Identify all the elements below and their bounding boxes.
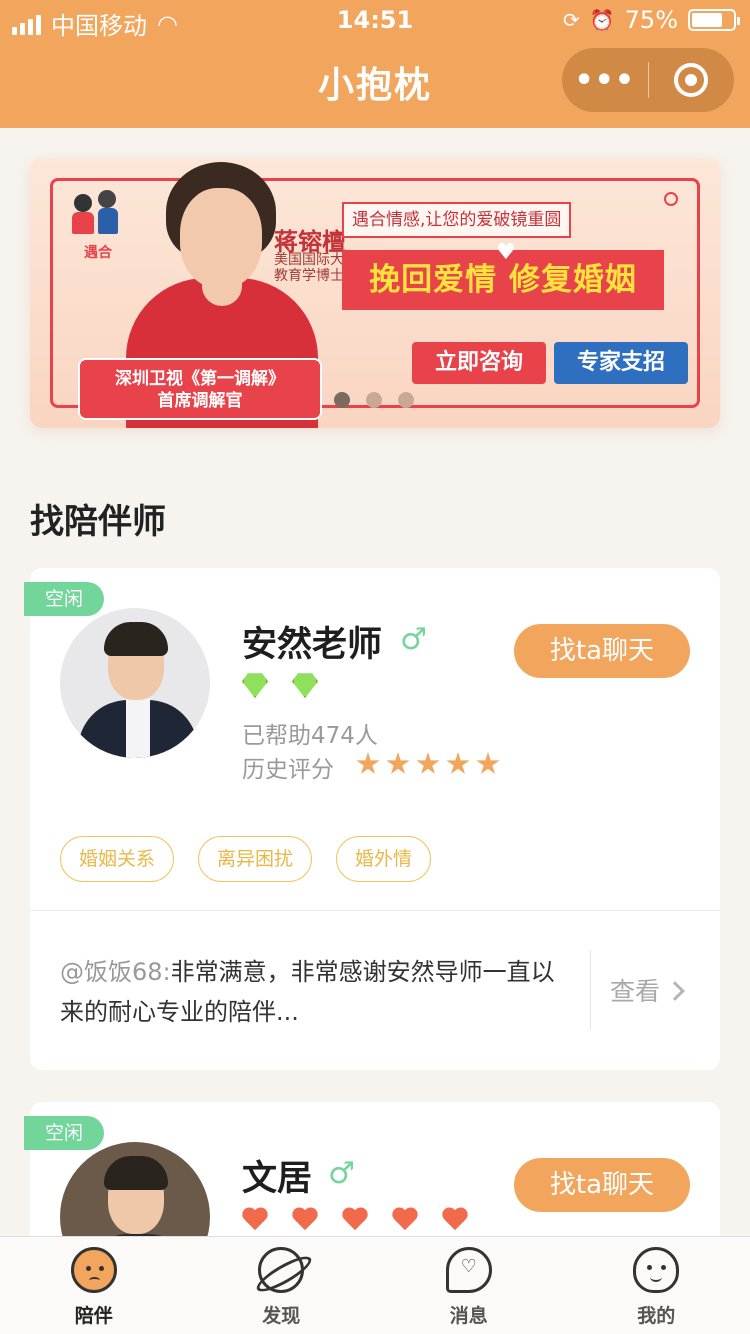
- star-icon: [416, 752, 440, 774]
- section-title: 找陪伴师: [30, 502, 166, 542]
- decor-circle-icon: [664, 192, 678, 206]
- tab-companion[interactable]: 陪伴: [0, 1237, 188, 1334]
- target-icon: [674, 63, 709, 97]
- chat-button[interactable]: 找ta聊天: [514, 624, 690, 678]
- tab-label: 陪伴: [74, 1305, 113, 1327]
- couple-logo-icon: [68, 186, 128, 242]
- heart-icon: [242, 1208, 268, 1232]
- tab-messages[interactable]: 消息: [375, 1237, 563, 1334]
- topic-tag[interactable]: 婚姻关系: [60, 836, 175, 882]
- gem-icon: [242, 673, 268, 698]
- page-dot[interactable]: [366, 392, 382, 408]
- view-review-link[interactable]: 查看: [610, 972, 685, 1008]
- topic-tags: 婚姻关系 离异困扰 婚外情: [60, 836, 432, 882]
- battery-fill: [692, 13, 722, 27]
- rating-stars: [356, 752, 500, 776]
- smile-face-icon: [633, 1247, 680, 1293]
- tab-label: 发现: [262, 1305, 301, 1327]
- teacher-name: 文居: [242, 1159, 313, 1199]
- teacher-card[interactable]: 空闲 安然老师 ♂ 已帮助474人 历史评分 找ta聊天 婚姻关系 离异困扰 婚…: [24, 568, 720, 1070]
- close-button[interactable]: [649, 63, 735, 97]
- planet-icon: [258, 1247, 305, 1293]
- gem-icon: [292, 673, 318, 698]
- banner-slogan: 遇合情感,让您的爱破镜重圆: [342, 202, 572, 238]
- star-icon: [446, 752, 470, 774]
- rating-label: 历史评分: [242, 757, 334, 783]
- face-icon: [70, 1247, 117, 1293]
- page-dot-active[interactable]: [334, 392, 350, 408]
- mini-program-capsule: •••: [562, 48, 734, 112]
- star-icon: [386, 752, 410, 774]
- tab-label: 我的: [637, 1305, 676, 1327]
- expert-tips-button[interactable]: 专家支招: [554, 342, 688, 384]
- heart-icon: [392, 1208, 418, 1232]
- status-right: ⟳ ⏰ 75%: [562, 6, 740, 34]
- status-bar: 中国移动 ◠ 14:51 ⟳ ⏰ 75%: [0, 0, 750, 40]
- review-user: @饭饭68:: [60, 958, 171, 986]
- brand-logo: 遇合: [68, 186, 128, 266]
- topic-tag[interactable]: 离异困扰: [198, 836, 313, 882]
- heart-decor-icon: ♥: [496, 240, 516, 265]
- male-icon: ♂: [400, 622, 427, 657]
- topic-tag[interactable]: 婚外情: [336, 836, 432, 882]
- heart-icon: [342, 1208, 368, 1232]
- banner-pagination: [334, 392, 414, 408]
- review-snippet[interactable]: @饭饭68:非常满意，非常感谢安然导师一直以来的耐心专业的陪伴...: [60, 952, 560, 1032]
- tab-label: 消息: [449, 1305, 488, 1327]
- tab-bar: 陪伴 发现 消息 我的: [0, 1236, 750, 1334]
- rotation-lock-icon: ⟳: [562, 8, 580, 32]
- view-label: 查看: [610, 977, 661, 1006]
- tv-badge-line: 深圳卫视《第一调解》: [115, 369, 285, 389]
- page-dot[interactable]: [398, 392, 414, 408]
- helped-count: 已帮助474人: [242, 723, 378, 749]
- top-bar: 中国移动 ◠ 14:51 ⟳ ⏰ 75% 小抱枕 •••: [0, 0, 750, 128]
- logo-text: 遇合: [84, 245, 112, 261]
- star-icon: [356, 752, 380, 774]
- tv-badge-line: 首席调解官: [157, 391, 243, 411]
- status-badge: 空闲: [24, 1116, 104, 1150]
- more-button[interactable]: •••: [562, 63, 648, 98]
- male-icon: ♂: [328, 1156, 355, 1191]
- promo-banner[interactable]: 遇合 蒋镕檀 美国国际大学 教育学博士 遇合情感,让您的爱破镜重圆 挽回爱情 修…: [30, 158, 720, 428]
- level-hearts: [242, 1208, 468, 1232]
- card-divider: [30, 910, 720, 911]
- status-badge: 空闲: [24, 582, 104, 616]
- message-heart-icon: [445, 1247, 492, 1293]
- consult-now-button[interactable]: 立即咨询: [412, 342, 546, 384]
- battery-icon: [688, 9, 740, 31]
- avatar[interactable]: [60, 608, 210, 758]
- star-icon: [476, 752, 500, 774]
- chevron-right-icon: [665, 981, 685, 1001]
- heart-icon: [292, 1208, 318, 1232]
- alarm-icon: ⏰: [589, 8, 615, 32]
- tab-profile[interactable]: 我的: [563, 1237, 750, 1334]
- teacher-name: 安然老师: [242, 625, 383, 665]
- page: 中国移动 ◠ 14:51 ⟳ ⏰ 75% 小抱枕 ••• 遇合 蒋镕檀 美国国际…: [0, 0, 750, 1334]
- tv-badge: 深圳卫视《第一调解》 首席调解官: [78, 358, 322, 420]
- review-divider: [590, 950, 591, 1030]
- tab-discover[interactable]: 发现: [188, 1237, 376, 1334]
- battery-percent: 75%: [624, 6, 678, 34]
- chat-button[interactable]: 找ta聊天: [514, 1158, 690, 1212]
- level-gems: [242, 672, 318, 698]
- heart-icon: [442, 1208, 468, 1232]
